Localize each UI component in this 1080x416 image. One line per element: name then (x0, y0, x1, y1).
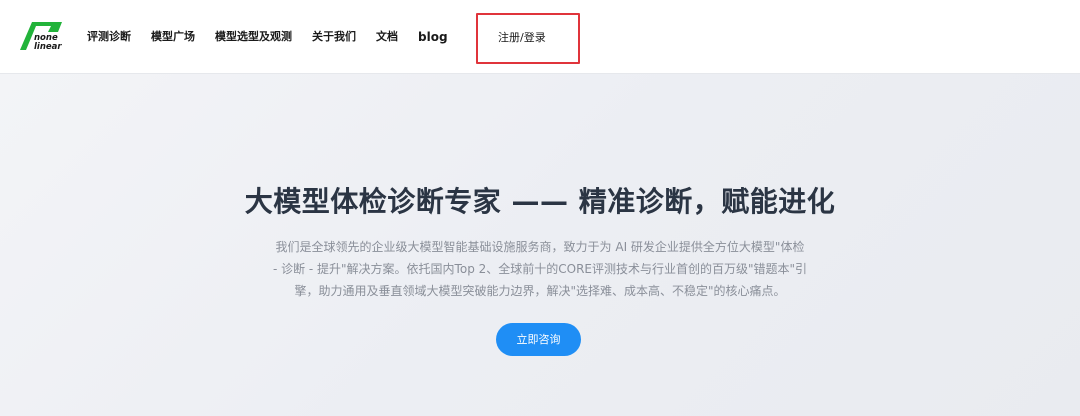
nav-item-about-us[interactable]: 关于我们 (312, 29, 356, 45)
top-nav-bar: none linear 评测诊断 模型广场 模型选型及观测 关于我们 文档 bl… (0, 0, 1080, 74)
nav-item-docs[interactable]: 文档 (376, 29, 398, 45)
nav-item-evaluation[interactable]: 评测诊断 (87, 29, 131, 45)
hero-section: 大模型体检诊断专家 —— 精准诊断，赋能进化 我们是全球领先的企业级大模型智能基… (0, 74, 1080, 416)
consult-now-button[interactable]: 立即咨询 (496, 323, 581, 356)
hero-description: 我们是全球领先的企业级大模型智能基础设施服务商，致力于为 AI 研发企业提供全方… (262, 236, 818, 302)
main-nav: 评测诊断 模型广场 模型选型及观测 关于我们 文档 blog (87, 29, 448, 45)
hero-title: 大模型体检诊断专家 —— 精准诊断，赋能进化 (244, 185, 836, 218)
nav-item-model-square[interactable]: 模型广场 (151, 29, 195, 45)
page: none linear 评测诊断 模型广场 模型选型及观测 关于我们 文档 bl… (0, 0, 1080, 416)
brand-logo[interactable]: none linear (18, 20, 68, 52)
hero-description-line: 擎，助力通用及垂直领域大模型突破能力边界，解决"选择难、成本高、不稳定"的核心痛… (294, 284, 786, 298)
hero-description-line: - 诊断 - 提升"解决方案。依托国内Top 2、全球前十的CORE评测技术与行… (272, 262, 808, 276)
nav-item-blog[interactable]: blog (418, 29, 448, 45)
hero-description-line: 我们是全球领先的企业级大模型智能基础设施服务商，致力于为 AI 研发企业提供全方… (275, 240, 805, 254)
nav-item-model-selection[interactable]: 模型选型及观测 (215, 29, 292, 45)
logo-word-linear: linear (34, 42, 62, 52)
logo-wordmark: none linear (34, 34, 62, 52)
register-login-link[interactable]: 注册/登录 (498, 30, 546, 46)
